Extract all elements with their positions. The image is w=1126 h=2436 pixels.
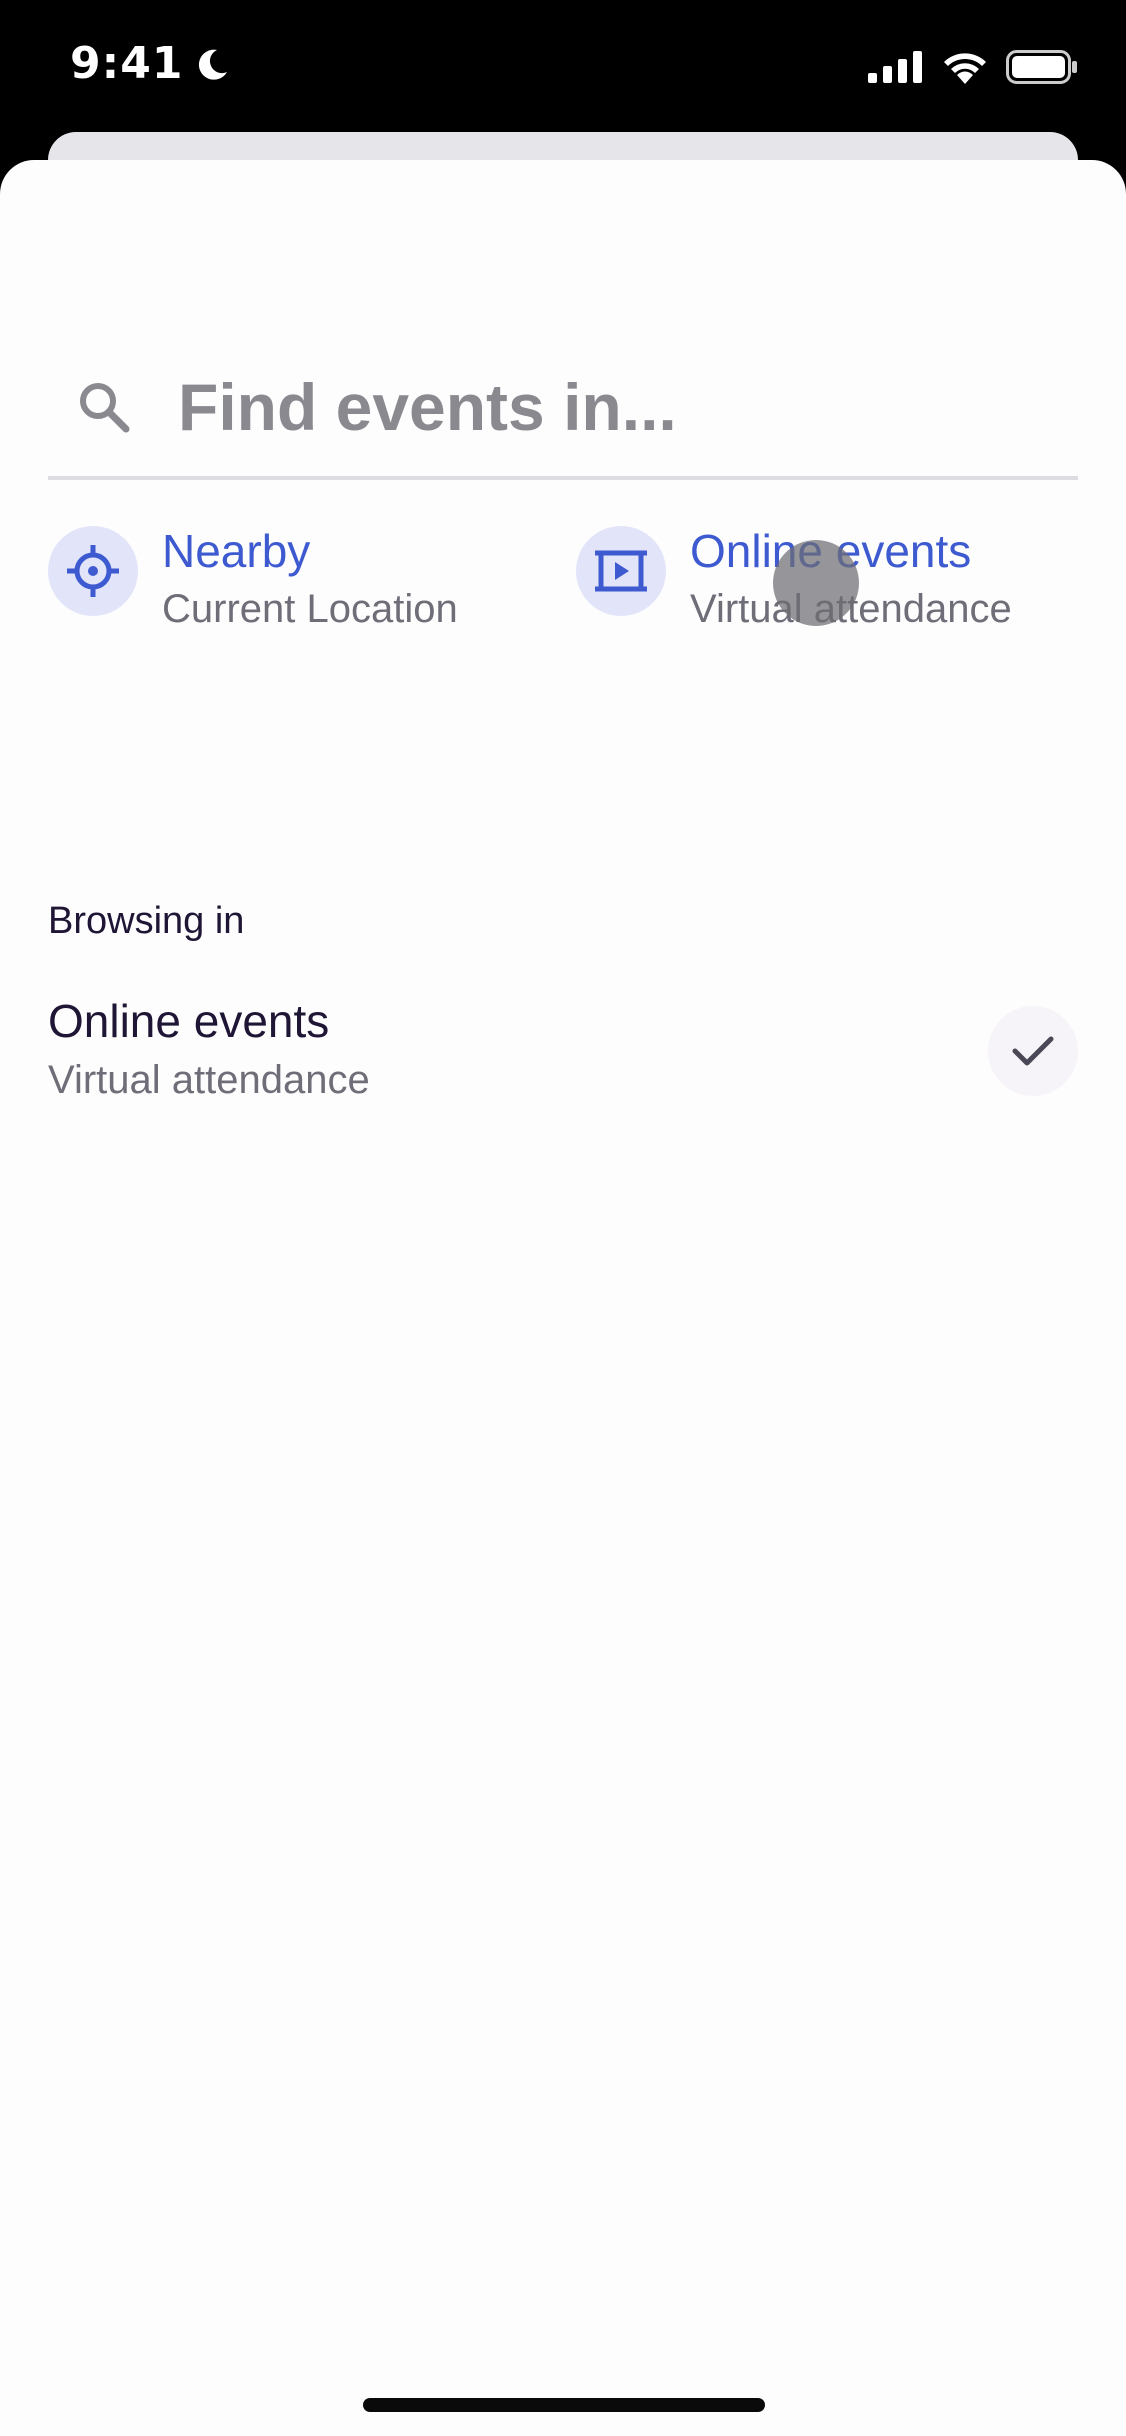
moon-icon [199,49,228,80]
selected-location-row[interactable]: Online events Virtual attendance [48,990,1078,1110]
status-time: 9:41 [70,38,233,89]
selected-location-title: Online events [48,995,330,1047]
home-indicator[interactable] [363,2398,765,2412]
status-bar: 9:41 [0,0,1126,140]
nearby-subtitle: Current Location [162,587,458,631]
cellular-signal-icon [868,51,922,83]
status-icons [868,50,1078,84]
battery-icon [1006,50,1077,84]
selected-location-subtitle: Virtual attendance [48,1058,370,1102]
nearby-option[interactable]: Nearby Current Location [48,525,458,638]
search-input[interactable] [178,369,1058,445]
search-icon [80,383,130,433]
touch-indicator [773,540,859,626]
video-play-icon [576,526,666,616]
search-bar[interactable] [48,350,1078,480]
nearby-text: Nearby Current Location [162,522,458,638]
wifi-icon [944,53,986,84]
browsing-in-label: Browsing in [48,900,245,942]
checkmark-icon [988,1006,1078,1096]
screen: 9:41 Find events in... Nearby Current Lo… [0,0,1126,2436]
location-picker-sheet: Nearby Current Location Online events Vi… [0,160,1126,2436]
location-target-icon [48,526,138,616]
nearby-title: Nearby [162,525,311,577]
clock-text: 9:41 [70,38,184,89]
